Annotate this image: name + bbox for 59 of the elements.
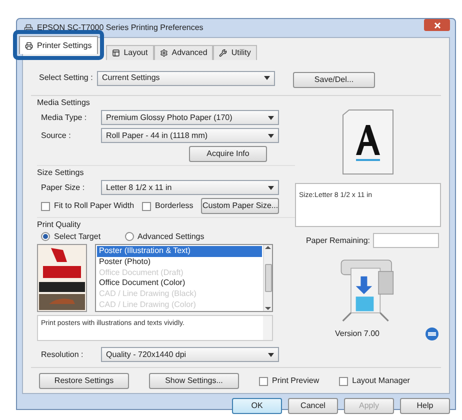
list-item[interactable]: Poster (Photo) xyxy=(97,256,262,268)
resolution-dropdown[interactable]: Quality - 720x1440 dpi xyxy=(101,347,279,362)
settings-button[interactable]: Restore Settings xyxy=(39,373,129,389)
checkbox[interactable] xyxy=(41,202,50,210)
close-button[interactable] xyxy=(424,19,450,31)
checkbox-label: Fit to Roll Paper Width xyxy=(54,202,134,210)
version-text: Version 7.00 xyxy=(335,330,380,338)
dropdown-arrow-icon xyxy=(264,76,270,80)
sale-poster-drawing xyxy=(37,244,87,312)
acquire-info-button[interactable]: Acquire Info xyxy=(189,146,267,162)
section-title: Size Settings xyxy=(37,169,85,177)
field-label: Source : xyxy=(41,132,72,140)
field-label: Resolution : xyxy=(41,350,84,358)
dropdown-arrow-icon xyxy=(268,116,274,120)
source-dropdown[interactable]: Roll Paper - 44 in (1118 mm) xyxy=(101,128,279,143)
tab[interactable]: Advanced xyxy=(154,45,214,60)
layout-icon xyxy=(112,49,120,57)
dialog-button[interactable]: OK xyxy=(232,398,282,414)
tab[interactable]: Printer Settings xyxy=(19,36,98,54)
checkbox[interactable] xyxy=(259,376,268,386)
radio-button[interactable] xyxy=(124,232,134,241)
tab[interactable]: Layout xyxy=(106,45,154,60)
scrollbar[interactable] xyxy=(263,245,272,311)
select-setting-dropdown[interactable]: Current Settings xyxy=(97,70,275,86)
dropdown-arrow-icon xyxy=(268,352,274,356)
settings-button[interactable]: Show Settings... xyxy=(149,373,239,389)
field-label: Paper Remaining: xyxy=(306,236,370,244)
dialog-button[interactable]: Help xyxy=(400,398,450,414)
radio-button[interactable] xyxy=(41,232,50,241)
checkbox-label: Print Preview xyxy=(272,377,320,385)
dialog-button[interactable]: Cancel xyxy=(288,398,338,414)
paper-size-dropdown[interactable]: Letter 8 1/2 x 11 in xyxy=(101,180,279,195)
field-label: Select Setting : xyxy=(39,74,94,82)
printer-icon xyxy=(24,24,33,32)
close-icon xyxy=(434,22,440,28)
paper-remaining-field xyxy=(373,233,439,248)
checkbox-label: Borderless xyxy=(155,202,194,210)
paper-preview-icon xyxy=(342,109,394,175)
custom-paper-size-button[interactable]: Custom Paper Size... xyxy=(201,198,280,214)
field-label: Media Type : xyxy=(41,114,88,122)
radio-label: Select Target xyxy=(54,232,101,240)
tab[interactable]: Utility xyxy=(213,45,257,60)
printer-icon xyxy=(25,42,33,50)
section-title: Print Quality xyxy=(37,221,82,229)
gear-icon xyxy=(160,49,168,57)
dropdown-arrow-icon xyxy=(268,134,274,138)
window-title: EPSON SC-T7000 Series Printing Preferences xyxy=(37,24,204,32)
dropdown-arrow-icon xyxy=(268,186,274,190)
checkbox-label: Layout Manager xyxy=(352,377,410,385)
field-label: Paper Size : xyxy=(41,184,86,192)
wrench-icon xyxy=(219,49,228,57)
checkbox[interactable] xyxy=(142,202,152,210)
list-item[interactable]: Poster (Illustration & Text) xyxy=(97,246,262,257)
list-item[interactable]: Office Document (Color) xyxy=(97,278,262,289)
media-type-dropdown[interactable]: Premium Glossy Photo Paper (170) xyxy=(101,110,279,125)
save-delete-button[interactable]: Save/Del... xyxy=(293,72,375,88)
section-title: Media Settings xyxy=(37,99,91,107)
radio-label: Advanced Settings xyxy=(138,232,204,240)
checkbox[interactable] xyxy=(339,376,348,386)
